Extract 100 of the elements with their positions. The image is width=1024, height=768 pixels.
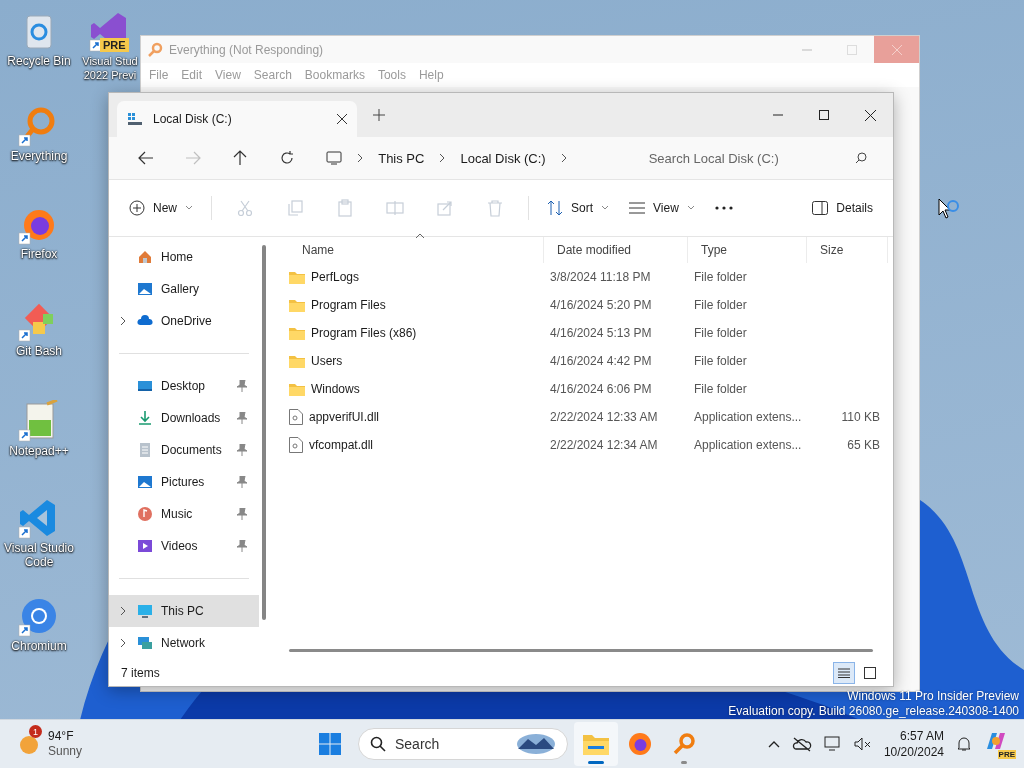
- magnifier-icon[interactable]: [672, 732, 696, 756]
- file-name-cell[interactable]: Users: [289, 347, 544, 375]
- close-icon[interactable]: [337, 114, 347, 124]
- caret-icon: [185, 205, 193, 211]
- taskbar-search-field[interactable]: Search: [358, 728, 568, 760]
- chevron-up-icon[interactable]: [767, 740, 780, 748]
- sidebar-item[interactable]: Videos: [109, 530, 259, 562]
- start-icon[interactable]: [319, 733, 341, 755]
- cursor-icon: [938, 198, 962, 222]
- search-icon: [855, 152, 867, 164]
- preview-badge: PRE: [997, 750, 1016, 759]
- expand-chevron-icon[interactable]: [119, 638, 127, 648]
- date-cell-text: 4/16/2024 5:20 PM: [549, 297, 653, 314]
- sidebar-item[interactable]: Downloads: [109, 402, 259, 434]
- folder-icon: [289, 270, 305, 284]
- sidebar-item[interactable]: Network: [109, 627, 259, 659]
- type-cell-text: Application extens...: [693, 437, 803, 454]
- file-name-cell[interactable]: Windows: [289, 375, 544, 403]
- file-name-cell[interactable]: vfcompat.dll: [289, 431, 544, 459]
- house-icon: [137, 249, 153, 265]
- plus-icon[interactable]: [373, 109, 385, 121]
- file-name-cell[interactable]: Program Files: [289, 291, 544, 319]
- download-icon: [137, 410, 153, 426]
- maximize-icon[interactable]: [819, 110, 829, 120]
- sidebar-item[interactable]: Music: [109, 498, 259, 530]
- search-icon: [370, 736, 386, 752]
- preview-badge: PRE: [100, 38, 129, 52]
- date-cell-text: 4/16/2024 5:13 PM: [549, 325, 653, 342]
- expand-chevron-icon[interactable]: [119, 316, 127, 326]
- sidebar-item[interactable]: Desktop: [109, 370, 259, 402]
- item-count: 7 items: [121, 666, 160, 680]
- sidebar-item[interactable]: Home: [109, 241, 259, 273]
- file-name-cell[interactable]: Program Files (x86): [289, 319, 544, 347]
- breadcrumb-item[interactable]: Local Disk (C:): [460, 150, 546, 166]
- network-icon: [137, 635, 153, 651]
- refresh-icon[interactable]: [278, 150, 295, 166]
- close-icon: [891, 44, 902, 55]
- cloud-off-icon[interactable]: [791, 736, 812, 752]
- landscape-icon: [516, 733, 556, 755]
- gallery-icon: [137, 281, 153, 297]
- desktop-icon: [137, 378, 153, 394]
- sidebar-item[interactable]: Gallery: [109, 273, 259, 305]
- back-arrow-icon[interactable]: [138, 150, 155, 166]
- clock[interactable]: 6:57 AM 10/20/2024: [883, 728, 944, 760]
- square-icon: [864, 667, 876, 679]
- tab[interactable]: Local Disk (C:): [117, 101, 357, 137]
- file-name-cell[interactable]: PerfLogs: [289, 263, 544, 291]
- document-icon: [137, 442, 153, 458]
- sort-arrows-icon: [547, 200, 563, 216]
- sidebar-item[interactable]: OneDrive: [109, 305, 259, 337]
- caret-icon: [686, 205, 695, 211]
- folder-icon: [289, 326, 305, 340]
- date-cell-text: 3/8/2024 11:18 PM: [549, 269, 652, 286]
- sidebar-item[interactable]: Documents: [109, 434, 259, 466]
- folder-icon: [289, 354, 305, 368]
- monitor-icon: [137, 603, 153, 619]
- details-view-button[interactable]: [833, 662, 855, 684]
- column-header[interactable]: Type: [688, 237, 807, 263]
- sidebar-item[interactable]: Pictures: [109, 466, 259, 498]
- view-button[interactable]: View: [621, 195, 703, 221]
- drive-icon: [127, 111, 143, 127]
- file-icon: [289, 437, 303, 453]
- type-cell-text: File folder: [693, 297, 748, 314]
- column-header[interactable]: Date modified: [544, 237, 688, 263]
- firefox-icon[interactable]: [628, 732, 652, 756]
- size-cell: 65 KB: [847, 438, 880, 452]
- magnifier-icon: [147, 41, 163, 58]
- date-cell-text: 2/22/2024 12:33 AM: [549, 409, 659, 426]
- size-cell: 110 KB: [841, 410, 880, 424]
- chevron-icon: [438, 153, 447, 163]
- search-field[interactable]: Search Local Disk (C:): [646, 149, 849, 167]
- sort-button[interactable]: Sort: [539, 194, 618, 222]
- folder-icon: [289, 298, 305, 312]
- bell-icon[interactable]: [956, 736, 972, 752]
- date-cell-text: 4/16/2024 4:42 PM: [549, 353, 653, 370]
- network-monitor-icon[interactable]: [823, 736, 842, 752]
- details-button[interactable]: Details: [804, 195, 881, 221]
- column-header[interactable]: Name: [289, 237, 544, 263]
- file-name-cell[interactable]: appverifUI.dll: [289, 403, 544, 431]
- system-watermark-text: Windows 11 Pro Insider Preview: [846, 689, 1019, 704]
- lines-icon: [629, 202, 646, 214]
- sidebar-item[interactable]: This PC: [109, 595, 259, 627]
- picture-icon: [137, 474, 153, 490]
- system-watermark-text: Evaluation copy. Build 26080.ge_release.240308-1400: [728, 704, 1019, 719]
- column-header[interactable]: Size: [807, 237, 888, 263]
- panel-icon: [812, 201, 829, 215]
- type-cell-text: File folder: [693, 381, 748, 398]
- new-button[interactable]: New: [121, 194, 201, 222]
- close-icon[interactable]: [864, 109, 876, 121]
- up-arrow-icon[interactable]: [232, 150, 248, 166]
- copilot-button[interactable]: PRE: [984, 729, 1016, 759]
- folder-icon[interactable]: [583, 733, 609, 755]
- chevron-icon: [559, 153, 568, 163]
- speaker-muted-icon[interactable]: [853, 736, 872, 752]
- monitor-icon: [326, 150, 343, 166]
- breadcrumb-item[interactable]: This PC: [378, 150, 425, 166]
- expand-chevron-icon[interactable]: [119, 606, 127, 616]
- sun-icon: [18, 733, 40, 755]
- type-cell-text: File folder: [693, 353, 748, 370]
- caret-icon: [601, 205, 610, 211]
